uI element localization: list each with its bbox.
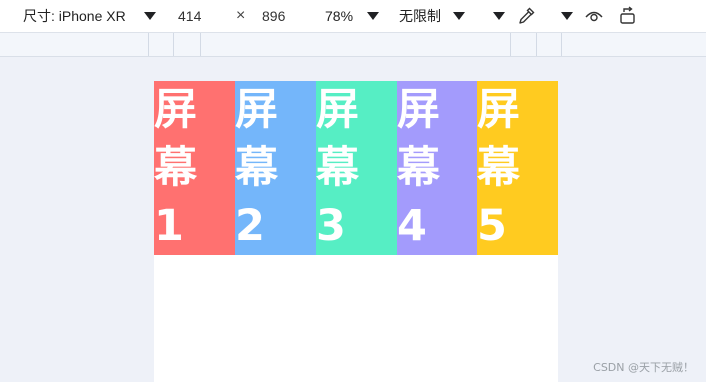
screen-panel-4: 屏 幕 4 xyxy=(397,81,477,255)
dimensions-select[interactable]: 尺寸: iPhone XR xyxy=(23,0,126,32)
screen-text-2: 幕 xyxy=(235,143,278,193)
screen-panel-2: 屏 幕 2 xyxy=(235,81,316,255)
zoom-dropdown-icon[interactable] xyxy=(367,12,379,20)
dimensions-dropdown-icon[interactable] xyxy=(144,12,156,20)
times-symbol: × xyxy=(236,7,246,24)
screen-text-1: 屏 xyxy=(316,85,359,135)
screen-text-2: 幕 xyxy=(316,143,359,193)
screen-number: 3 xyxy=(316,201,346,251)
ruler-mark xyxy=(173,33,174,56)
screen-number: 2 xyxy=(235,201,265,251)
screen-panel-1: 屏 幕 1 xyxy=(154,81,235,255)
screen-panel-5: 屏 幕 5 xyxy=(477,81,558,255)
eyedropper-icon[interactable] xyxy=(516,6,536,26)
rotate-icon[interactable] xyxy=(618,6,638,26)
ruler-mark xyxy=(536,33,537,56)
eye-icon[interactable] xyxy=(584,6,604,26)
screen-text-1: 屏 xyxy=(397,85,440,135)
device-viewport: 屏 幕 1 屏 幕 2 屏 幕 3 屏 幕 4 屏 幕 5 xyxy=(154,81,558,382)
screen-text-1: 屏 xyxy=(154,85,197,135)
picker-dropdown-icon[interactable] xyxy=(561,12,573,20)
screen-number: 1 xyxy=(154,201,184,251)
ruler-mark xyxy=(510,33,511,56)
ruler-mark xyxy=(148,33,149,56)
zoom-select[interactable]: 78% xyxy=(325,0,353,32)
screen-text-1: 屏 xyxy=(235,85,278,135)
screen-panel-3: 屏 幕 3 xyxy=(316,81,397,255)
screen-number: 5 xyxy=(477,201,507,251)
throttle-select[interactable]: 无限制 xyxy=(399,0,441,32)
ruler-mark xyxy=(200,33,201,56)
media-query-ruler xyxy=(0,33,706,57)
width-input[interactable]: 414 xyxy=(178,0,201,32)
throttle-dropdown-icon[interactable] xyxy=(453,12,465,20)
screen-text-2: 幕 xyxy=(154,143,197,193)
screen-number: 4 xyxy=(397,201,427,251)
device-toolbar: 尺寸: iPhone XR 414 × 896 78% 无限制 xyxy=(0,0,706,33)
screen-text-2: 幕 xyxy=(477,143,520,193)
ruler-mark xyxy=(561,33,562,56)
more-dropdown-icon[interactable] xyxy=(493,12,505,20)
screen-text-1: 屏 xyxy=(477,85,520,135)
screen-text-2: 幕 xyxy=(397,143,440,193)
watermark: CSDN @天下无贼！ xyxy=(593,361,694,374)
height-input[interactable]: 896 xyxy=(262,0,285,32)
